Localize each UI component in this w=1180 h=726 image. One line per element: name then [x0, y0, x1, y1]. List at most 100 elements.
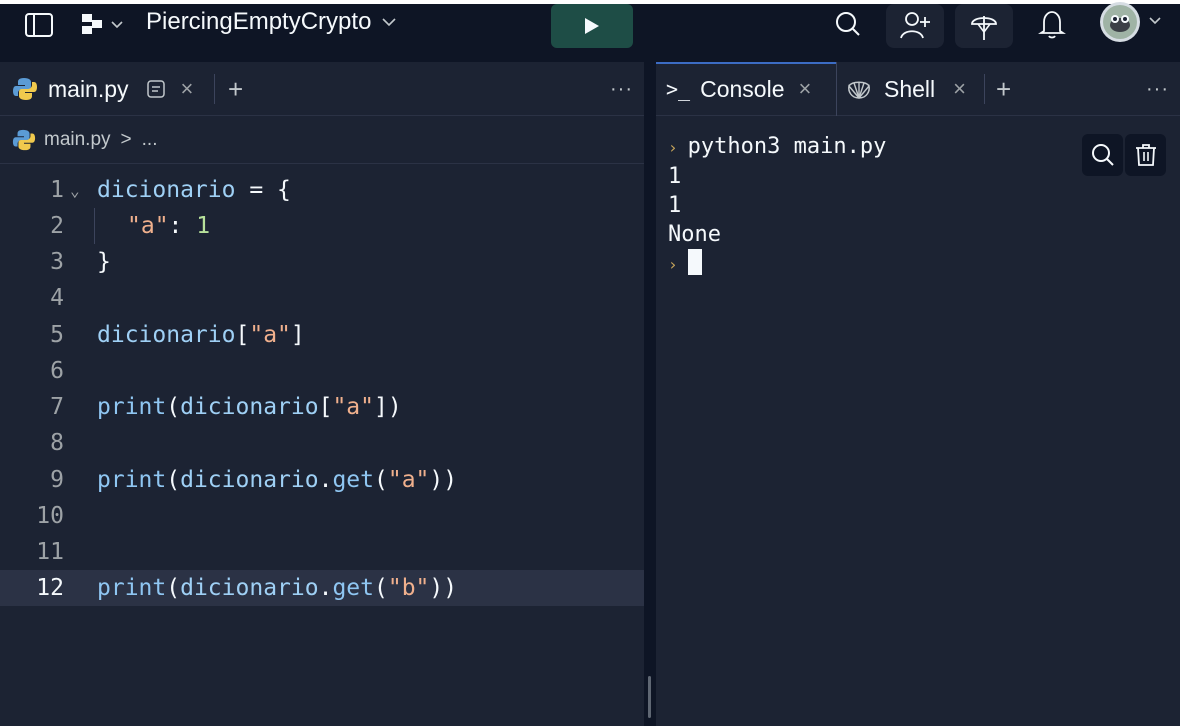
search-icon[interactable] — [1082, 134, 1123, 176]
code-token: . — [318, 575, 333, 601]
code-token: print — [97, 394, 167, 420]
python-icon — [13, 78, 37, 100]
tab-divider — [984, 62, 985, 116]
close-icon[interactable]: × — [181, 76, 194, 102]
line-number: 6 — [50, 358, 64, 384]
console-input-line[interactable]: › — [668, 249, 886, 279]
tab-divider — [214, 62, 215, 116]
code-token: "a" — [332, 394, 374, 420]
code-token: . — [318, 467, 333, 493]
code-token: 1 — [196, 213, 211, 239]
pane-resize-handle[interactable] — [648, 676, 651, 718]
tab-main-py[interactable]: main.py × — [12, 62, 193, 116]
tab-label: main.py — [48, 75, 129, 102]
line-number: 8 — [50, 430, 64, 456]
line-number: 1 — [50, 177, 64, 203]
code-token: [ — [235, 322, 250, 348]
code-line[interactable]: 1 ⌄ dicionario = { — [0, 172, 644, 208]
console-output[interactable]: › python3 main.py 1 1 None › — [668, 132, 886, 279]
breadcrumb-separator: > — [120, 128, 132, 150]
trash-icon[interactable] — [1125, 134, 1166, 176]
console-toolbar — [1082, 134, 1166, 176]
code-line[interactable]: 8 — [0, 425, 644, 461]
console-command-line: › python3 main.py — [668, 132, 886, 162]
shell-icon — [848, 81, 870, 100]
console-panel: >_ Console × Shell × + ··· › python3 mai… — [656, 62, 1180, 726]
code-line[interactable]: 7 print(dicionario["a"]) — [0, 389, 644, 425]
tab-divider — [836, 62, 837, 116]
close-icon[interactable]: × — [798, 76, 811, 102]
code-token: ( — [374, 575, 388, 601]
code-token: )) — [429, 575, 458, 601]
code-line[interactable]: 5 dicionario["a"] — [0, 317, 644, 353]
code-line[interactable]: 6 — [0, 353, 644, 389]
code-token: : — [168, 213, 197, 239]
code-line[interactable]: 9 print(dicionario.get("a")) — [0, 462, 644, 498]
code-token: "b" — [387, 575, 430, 601]
breadcrumb: main.py > ... — [0, 116, 644, 164]
line-number: 2 — [50, 213, 64, 239]
more-options-icon[interactable]: ··· — [1146, 62, 1169, 116]
code-token: )) — [429, 467, 458, 493]
project-name-button[interactable]: PiercingEmptyCrypto — [146, 4, 399, 40]
line-number: 5 — [50, 322, 64, 348]
line-number: 10 — [36, 503, 64, 529]
code-line[interactable]: 11 — [0, 534, 644, 570]
breadcrumb-file[interactable]: main.py — [44, 129, 111, 151]
console-command: python3 main.py — [687, 134, 887, 159]
tab-label: Console — [700, 75, 785, 102]
code-token: ( — [166, 394, 181, 420]
prompt-arrow-icon: › — [668, 255, 678, 274]
code-token: ]) — [374, 394, 402, 420]
line-number: 11 — [36, 539, 64, 565]
code-line[interactable]: 10 — [0, 498, 644, 534]
add-user-icon — [900, 12, 930, 39]
tab-label: Shell — [884, 75, 936, 102]
code-token: "a" — [127, 213, 169, 239]
code-token: ( — [166, 575, 181, 601]
new-tab-button[interactable]: + — [228, 62, 243, 116]
breadcrumb-rest[interactable]: ... — [142, 129, 158, 151]
code-token: get — [332, 467, 374, 493]
text-cursor — [687, 249, 702, 275]
code-line[interactable]: 3 } — [0, 244, 644, 280]
notifications-bell-icon[interactable] — [1030, 4, 1074, 44]
prompt-arrow-icon: › — [668, 138, 678, 157]
code-token: dicionario — [97, 177, 236, 203]
line-number: 4 — [50, 285, 64, 311]
close-icon[interactable]: × — [953, 76, 966, 102]
run-button[interactable] — [551, 4, 633, 48]
code-line-active[interactable]: 12 print(dicionario.get("b")) — [0, 570, 644, 606]
account-menu-button[interactable] — [1098, 0, 1168, 46]
console-output-line: 1 — [668, 164, 682, 189]
code-token: "a" — [249, 322, 291, 348]
code-line[interactable]: 2 "a": 1 — [0, 208, 644, 244]
chevron-down-icon — [382, 18, 396, 27]
code-token: [ — [318, 394, 333, 420]
search-icon[interactable] — [826, 4, 870, 44]
deploy-button[interactable] — [955, 4, 1013, 48]
terminal-prompt-icon: >_ — [666, 77, 691, 101]
line-number: 12 — [36, 575, 64, 601]
file-outline-icon[interactable] — [145, 78, 167, 100]
console-output-line: 1 — [668, 193, 682, 218]
code-token: ( — [374, 467, 388, 493]
project-menu-icon[interactable] — [78, 8, 128, 42]
tab-shell[interactable]: Shell × — [846, 62, 966, 116]
fold-chevron-icon[interactable]: ⌄ — [70, 181, 80, 200]
more-options-icon[interactable]: ··· — [610, 62, 633, 116]
deploy-icon — [971, 16, 997, 40]
code-token: dicionario — [180, 394, 319, 420]
console-tab-bar: >_ Console × Shell × + ··· — [656, 62, 1180, 116]
new-tab-button[interactable]: + — [996, 62, 1011, 116]
code-line[interactable]: 4 — [0, 280, 644, 316]
project-name: PiercingEmptyCrypto — [146, 8, 372, 35]
invite-user-button[interactable] — [886, 4, 944, 48]
console-output-line: None — [668, 222, 721, 247]
code-token: dicionario — [180, 575, 319, 601]
sidebar-toggle-icon[interactable] — [22, 8, 56, 42]
line-number: 9 — [50, 467, 64, 493]
code-token: dicionario — [180, 467, 319, 493]
editor-tab-bar: main.py × + ··· — [0, 62, 644, 116]
tab-console[interactable]: >_ Console × — [666, 62, 811, 116]
